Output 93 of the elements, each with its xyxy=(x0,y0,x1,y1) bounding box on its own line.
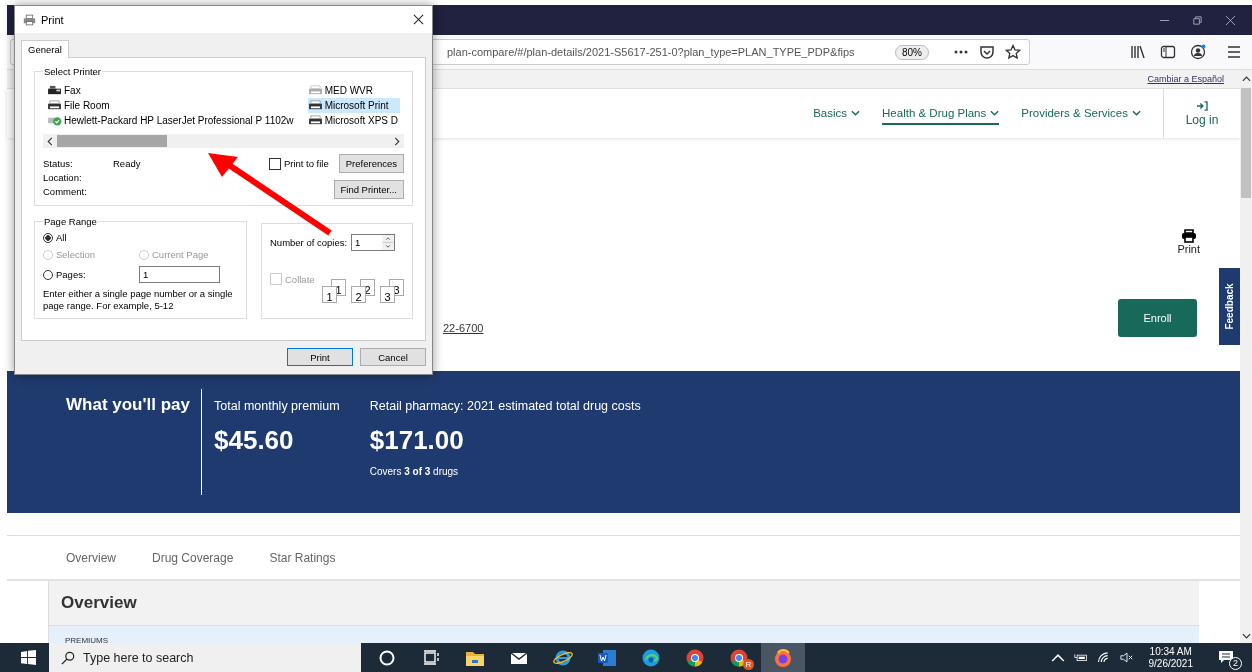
preferences-button[interactable]: Preferences xyxy=(338,154,404,173)
nav-link[interactable]: Basics xyxy=(813,102,861,125)
drug-cost-amount: $171.00 xyxy=(369,425,465,456)
radio-option[interactable]: All xyxy=(43,232,238,243)
tricolor-circle-icon xyxy=(729,647,749,668)
battery-icon[interactable] xyxy=(1073,652,1088,663)
printer-icon xyxy=(23,13,36,26)
info-label: Comment: xyxy=(43,186,88,197)
scroll-right-icon[interactable] xyxy=(394,136,400,146)
copies-spinner[interactable]: 1 xyxy=(351,234,396,251)
nav-link[interactable]: Providers & Services xyxy=(1021,102,1141,125)
wave-circle-icon xyxy=(641,647,661,668)
chevron-down-icon xyxy=(990,109,1000,116)
group-label: Page Range xyxy=(43,216,98,227)
fox-globe-icon xyxy=(773,647,793,668)
premium-amount: $45.60 xyxy=(214,425,295,456)
clock[interactable]: 10:34 AM 9/26/2021 xyxy=(1148,645,1193,670)
printer-item[interactable]: Microsoft XPS D xyxy=(307,113,400,128)
spin-arrows-icon[interactable] xyxy=(382,235,395,250)
drug-coverage-note: Covers 3 of 3 drugs xyxy=(369,466,460,477)
print-to-file-checkbox[interactable]: Print to file xyxy=(268,157,329,170)
wifi-icon[interactable] xyxy=(1096,652,1111,663)
printer-icon xyxy=(1180,229,1197,243)
scroll-thumb[interactable] xyxy=(57,135,167,147)
url-text: plan-compare/#/plan-details/2021-S5617-251-0?plan_type=PLAN_TYPE_PDP&fips xyxy=(447,46,856,58)
section-tab[interactable]: Overview xyxy=(66,550,116,565)
scroll-down-icon[interactable] xyxy=(1241,633,1251,639)
printer-icon xyxy=(307,115,323,126)
find-printer-button[interactable]: Find Printer... xyxy=(333,180,404,199)
library-icon[interactable] xyxy=(1130,44,1146,60)
scroll-thumb[interactable] xyxy=(1241,88,1251,198)
printer-item[interactable]: Hewlett-Packard HP LaserJet Professional P 1102w xyxy=(47,113,296,128)
drug-cost-label: Retail pharmacy: 2021 estimated total drug costs xyxy=(369,399,641,413)
printer-icon xyxy=(47,115,62,126)
chevron-down-icon xyxy=(1132,109,1141,116)
radio-option[interactable]: Pages: xyxy=(43,266,139,283)
chevron-down-icon xyxy=(851,109,861,116)
notification-icon[interactable] xyxy=(1218,649,1234,664)
notification-count: 2 xyxy=(1229,656,1242,670)
copies-label: Number of copies: xyxy=(270,237,348,248)
page-range-hint: Enter either a single page number or a single page range. For example, 5-12 xyxy=(43,288,234,312)
volume-muted-icon[interactable] xyxy=(1119,652,1134,663)
scroll-up-icon[interactable] xyxy=(1241,76,1251,82)
banner-heading: What you'll pay xyxy=(66,395,190,416)
cancel-button[interactable]: Cancel xyxy=(360,348,426,366)
app-badge: R xyxy=(743,659,754,670)
printer-item[interactable]: Microsoft Print xyxy=(307,98,400,113)
search-field[interactable]: Type here to search xyxy=(49,643,361,672)
enroll-button[interactable]: Enroll xyxy=(1118,299,1197,337)
printer-item[interactable]: MED WVR xyxy=(307,83,400,98)
printer-icon xyxy=(307,100,323,111)
info-label: Status: xyxy=(43,158,74,169)
windows-logo-icon[interactable] xyxy=(21,650,36,665)
language-link[interactable]: Cambiar a Español xyxy=(1147,74,1224,84)
printer-item[interactable]: Fax xyxy=(47,83,296,98)
account-icon[interactable] xyxy=(1190,44,1206,60)
task-view-icon xyxy=(421,647,441,668)
close-icon[interactable] xyxy=(413,14,424,25)
scroll-left-icon[interactable] xyxy=(47,136,53,146)
tricolor-circle-icon xyxy=(685,647,705,668)
close-icon[interactable] xyxy=(1225,14,1236,26)
printer-icon xyxy=(307,85,323,96)
printer-icon xyxy=(47,100,62,111)
restore-icon[interactable] xyxy=(1192,14,1203,26)
dialog-title: Print xyxy=(41,13,64,26)
nav-link[interactable]: Health & Drug Plans xyxy=(882,102,1000,125)
section-tab[interactable]: Drug Coverage xyxy=(152,550,234,565)
search-icon xyxy=(61,650,75,665)
print-link[interactable]: Print xyxy=(1177,229,1200,255)
menu-icon[interactable] xyxy=(1226,44,1242,60)
pocket-icon[interactable] xyxy=(979,44,995,60)
row-heading: PREMIUMS xyxy=(65,636,109,643)
dialog-tab[interactable]: General xyxy=(21,40,69,58)
group-label: Select Printer xyxy=(43,66,103,77)
document-w-icon xyxy=(597,647,617,668)
print-button[interactable]: Print xyxy=(287,348,353,366)
chevron-up-icon[interactable] xyxy=(1050,652,1065,663)
feedback-tab[interactable]: Feedback xyxy=(1219,268,1240,345)
info-label: Location: xyxy=(43,172,83,183)
star-icon[interactable] xyxy=(1005,44,1021,60)
horizontal-scrollbar[interactable] xyxy=(43,134,404,148)
scrollbar[interactable] xyxy=(1240,70,1252,643)
login-icon xyxy=(1196,100,1208,111)
pages-field[interactable]: 1 xyxy=(139,266,220,283)
zoom-badge[interactable]: 80% xyxy=(895,44,929,60)
printer-icon xyxy=(47,85,62,96)
sidebar-icon[interactable] xyxy=(1160,44,1176,60)
premium-label: Total monthly premium xyxy=(214,399,340,413)
phone-link[interactable]: 22-6700 xyxy=(443,322,484,334)
taskbar-app[interactable]: R xyxy=(717,643,761,672)
section-tab[interactable]: Star Ratings xyxy=(269,550,336,565)
printer-item[interactable]: File Room xyxy=(47,98,296,113)
info-value: Ready xyxy=(113,158,141,169)
